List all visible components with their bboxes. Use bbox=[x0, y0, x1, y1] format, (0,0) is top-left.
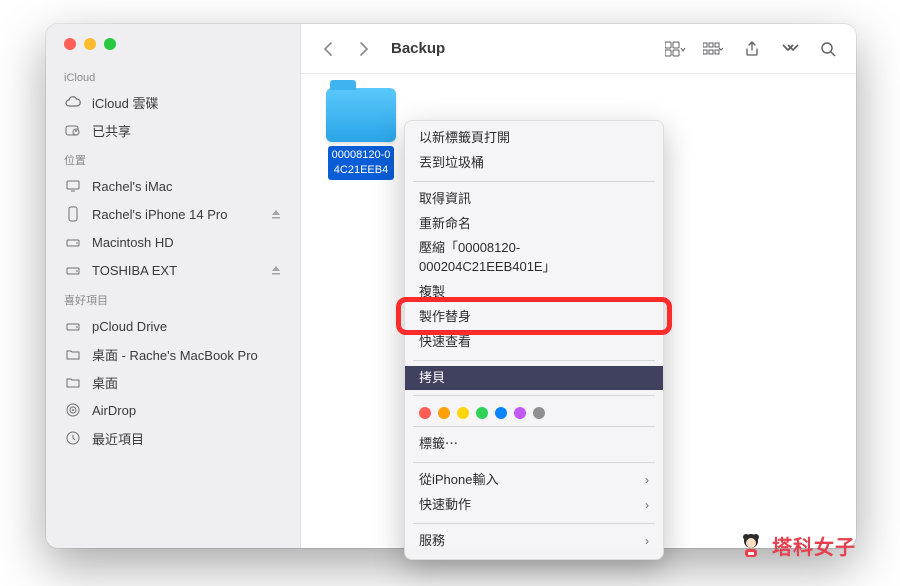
sidebar-item[interactable]: AirDrop bbox=[46, 396, 300, 424]
menu-item-label: 丟到垃圾桶 bbox=[419, 154, 484, 173]
menu-item[interactable]: 快速動作 › bbox=[405, 493, 663, 518]
sidebar-item[interactable]: Macintosh HD bbox=[46, 228, 300, 256]
context-menu: 以新標籤頁打開丟到垃圾桶取得資訊重新命名壓縮「00008120-000204C2… bbox=[404, 120, 664, 560]
menu-item-label: 複製 bbox=[419, 283, 445, 302]
more-button[interactable] bbox=[776, 36, 804, 62]
sidebar: iCloud iCloud 雲碟已共享位置 Rachel's iMac Rachel'… bbox=[46, 24, 301, 548]
tag-color-dot[interactable] bbox=[457, 407, 469, 419]
sidebar-item-label: Macintosh HD bbox=[92, 235, 174, 250]
menu-item[interactable]: 製作替身 bbox=[405, 305, 663, 330]
menu-item[interactable]: 拷貝 bbox=[405, 366, 663, 391]
tag-color-dot[interactable] bbox=[476, 407, 488, 419]
group-button[interactable] bbox=[700, 36, 728, 62]
sidebar-item[interactable]: pCloud Drive bbox=[46, 312, 300, 340]
menu-item[interactable]: 重新命名 bbox=[405, 212, 663, 237]
shared-icon bbox=[64, 123, 82, 137]
sidebar-item[interactable]: iCloud 雲碟 bbox=[46, 88, 300, 116]
menu-item[interactable]: 服務 › bbox=[405, 529, 663, 554]
tag-color-dot[interactable] bbox=[419, 407, 431, 419]
watermark-avatar-icon bbox=[736, 530, 766, 560]
minimize-button[interactable] bbox=[84, 38, 96, 50]
clock-icon bbox=[64, 430, 82, 446]
disk-icon bbox=[64, 263, 82, 277]
menu-item-label: 製作替身 bbox=[419, 308, 471, 327]
folder-icon bbox=[326, 88, 396, 142]
sidebar-item[interactable]: TOSHIBA EXT bbox=[46, 256, 300, 284]
tag-color-dot[interactable] bbox=[495, 407, 507, 419]
chevron-right-icon: › bbox=[645, 533, 649, 550]
back-button[interactable] bbox=[315, 36, 341, 62]
eject-icon[interactable] bbox=[270, 264, 282, 276]
imac-icon bbox=[64, 179, 82, 193]
menu-item-label: 壓縮「00008120-000204C21EEB401E」 bbox=[419, 239, 649, 277]
sidebar-item[interactable]: Rachel's iPhone 14 Pro bbox=[46, 200, 300, 228]
sidebar-item-label: Rachel's iMac bbox=[92, 179, 173, 194]
disk-icon bbox=[64, 319, 82, 333]
menu-item-label: 取得資訊 bbox=[419, 190, 471, 209]
sidebar-item[interactable]: 桌面 bbox=[46, 368, 300, 396]
iphone-icon bbox=[64, 206, 82, 222]
sidebar-section-label: 位置 bbox=[46, 144, 300, 172]
menu-item[interactable]: 快速查看 bbox=[405, 330, 663, 355]
sidebar-item[interactable]: 最近項目 bbox=[46, 424, 300, 452]
toolbar: Backup bbox=[301, 24, 856, 74]
window-controls bbox=[46, 38, 300, 50]
menu-item[interactable]: 取得資訊 bbox=[405, 187, 663, 212]
menu-item-label: 服務 bbox=[419, 532, 445, 551]
folder-icon bbox=[64, 347, 82, 361]
cloud-icon bbox=[64, 95, 82, 109]
folder-label: 00008120-04C21EEB4 bbox=[328, 146, 395, 180]
search-button[interactable] bbox=[814, 36, 842, 62]
watermark-text: 塔科女子 bbox=[772, 531, 856, 560]
menu-item[interactable]: 以新標籤頁打開 bbox=[405, 126, 663, 151]
sidebar-item-label: iCloud 雲碟 bbox=[92, 93, 158, 112]
close-button[interactable] bbox=[64, 38, 76, 50]
sidebar-item[interactable]: 已共享 bbox=[46, 116, 300, 144]
sidebar-item-label: TOSHIBA EXT bbox=[92, 263, 177, 278]
tag-color-dot[interactable] bbox=[533, 407, 545, 419]
menu-item-label: 重新命名 bbox=[419, 215, 471, 234]
view-mode-button[interactable] bbox=[662, 36, 690, 62]
sidebar-item-label: 最近項目 bbox=[92, 429, 144, 448]
tag-color-row[interactable] bbox=[405, 401, 663, 421]
maximize-button[interactable] bbox=[104, 38, 116, 50]
sidebar-item-label: 桌面 - Rache's MacBook Pro bbox=[92, 345, 258, 364]
sidebar-item[interactable]: 桌面 - Rache's MacBook Pro bbox=[46, 340, 300, 368]
menu-item[interactable]: 壓縮「00008120-000204C21EEB401E」 bbox=[405, 236, 663, 280]
share-button[interactable] bbox=[738, 36, 766, 62]
sidebar-item-label: 已共享 bbox=[92, 121, 131, 140]
menu-item-label: 從iPhone輸入 bbox=[419, 471, 498, 490]
sidebar-item-label: pCloud Drive bbox=[92, 319, 167, 334]
chevron-right-icon: › bbox=[645, 497, 649, 514]
menu-item[interactable]: 標籤⋯ bbox=[405, 432, 663, 457]
menu-item[interactable]: 丟到垃圾桶 bbox=[405, 151, 663, 176]
menu-item-label: 標籤⋯ bbox=[419, 435, 458, 454]
menu-item[interactable]: 從iPhone輸入 › bbox=[405, 468, 663, 493]
menu-item-label: 快速動作 bbox=[419, 496, 471, 515]
eject-icon[interactable] bbox=[270, 208, 282, 220]
window-title: Backup bbox=[391, 40, 445, 57]
airdrop-icon bbox=[64, 402, 82, 418]
menu-item[interactable]: 複製 bbox=[405, 280, 663, 305]
menu-item-label: 快速查看 bbox=[419, 333, 471, 352]
sidebar-item[interactable]: Rachel's iMac bbox=[46, 172, 300, 200]
tag-color-dot[interactable] bbox=[514, 407, 526, 419]
disk-icon bbox=[64, 235, 82, 249]
tag-color-dot[interactable] bbox=[438, 407, 450, 419]
folder-item[interactable]: 00008120-04C21EEB4 bbox=[315, 88, 407, 180]
sidebar-item-label: 桌面 bbox=[92, 373, 118, 392]
sidebar-item-label: Rachel's iPhone 14 Pro bbox=[92, 207, 227, 222]
menu-item-label: 以新標籤頁打開 bbox=[419, 129, 510, 148]
chevron-right-icon: › bbox=[645, 472, 649, 489]
sidebar-section-label: iCloud bbox=[46, 64, 300, 88]
watermark: 塔科女子 bbox=[736, 530, 856, 560]
forward-button[interactable] bbox=[351, 36, 377, 62]
menu-item-label: 拷貝 bbox=[419, 369, 445, 388]
sidebar-item-label: AirDrop bbox=[92, 403, 136, 418]
sidebar-section-label: 喜好項目 bbox=[46, 284, 300, 312]
folder-icon bbox=[64, 375, 82, 389]
